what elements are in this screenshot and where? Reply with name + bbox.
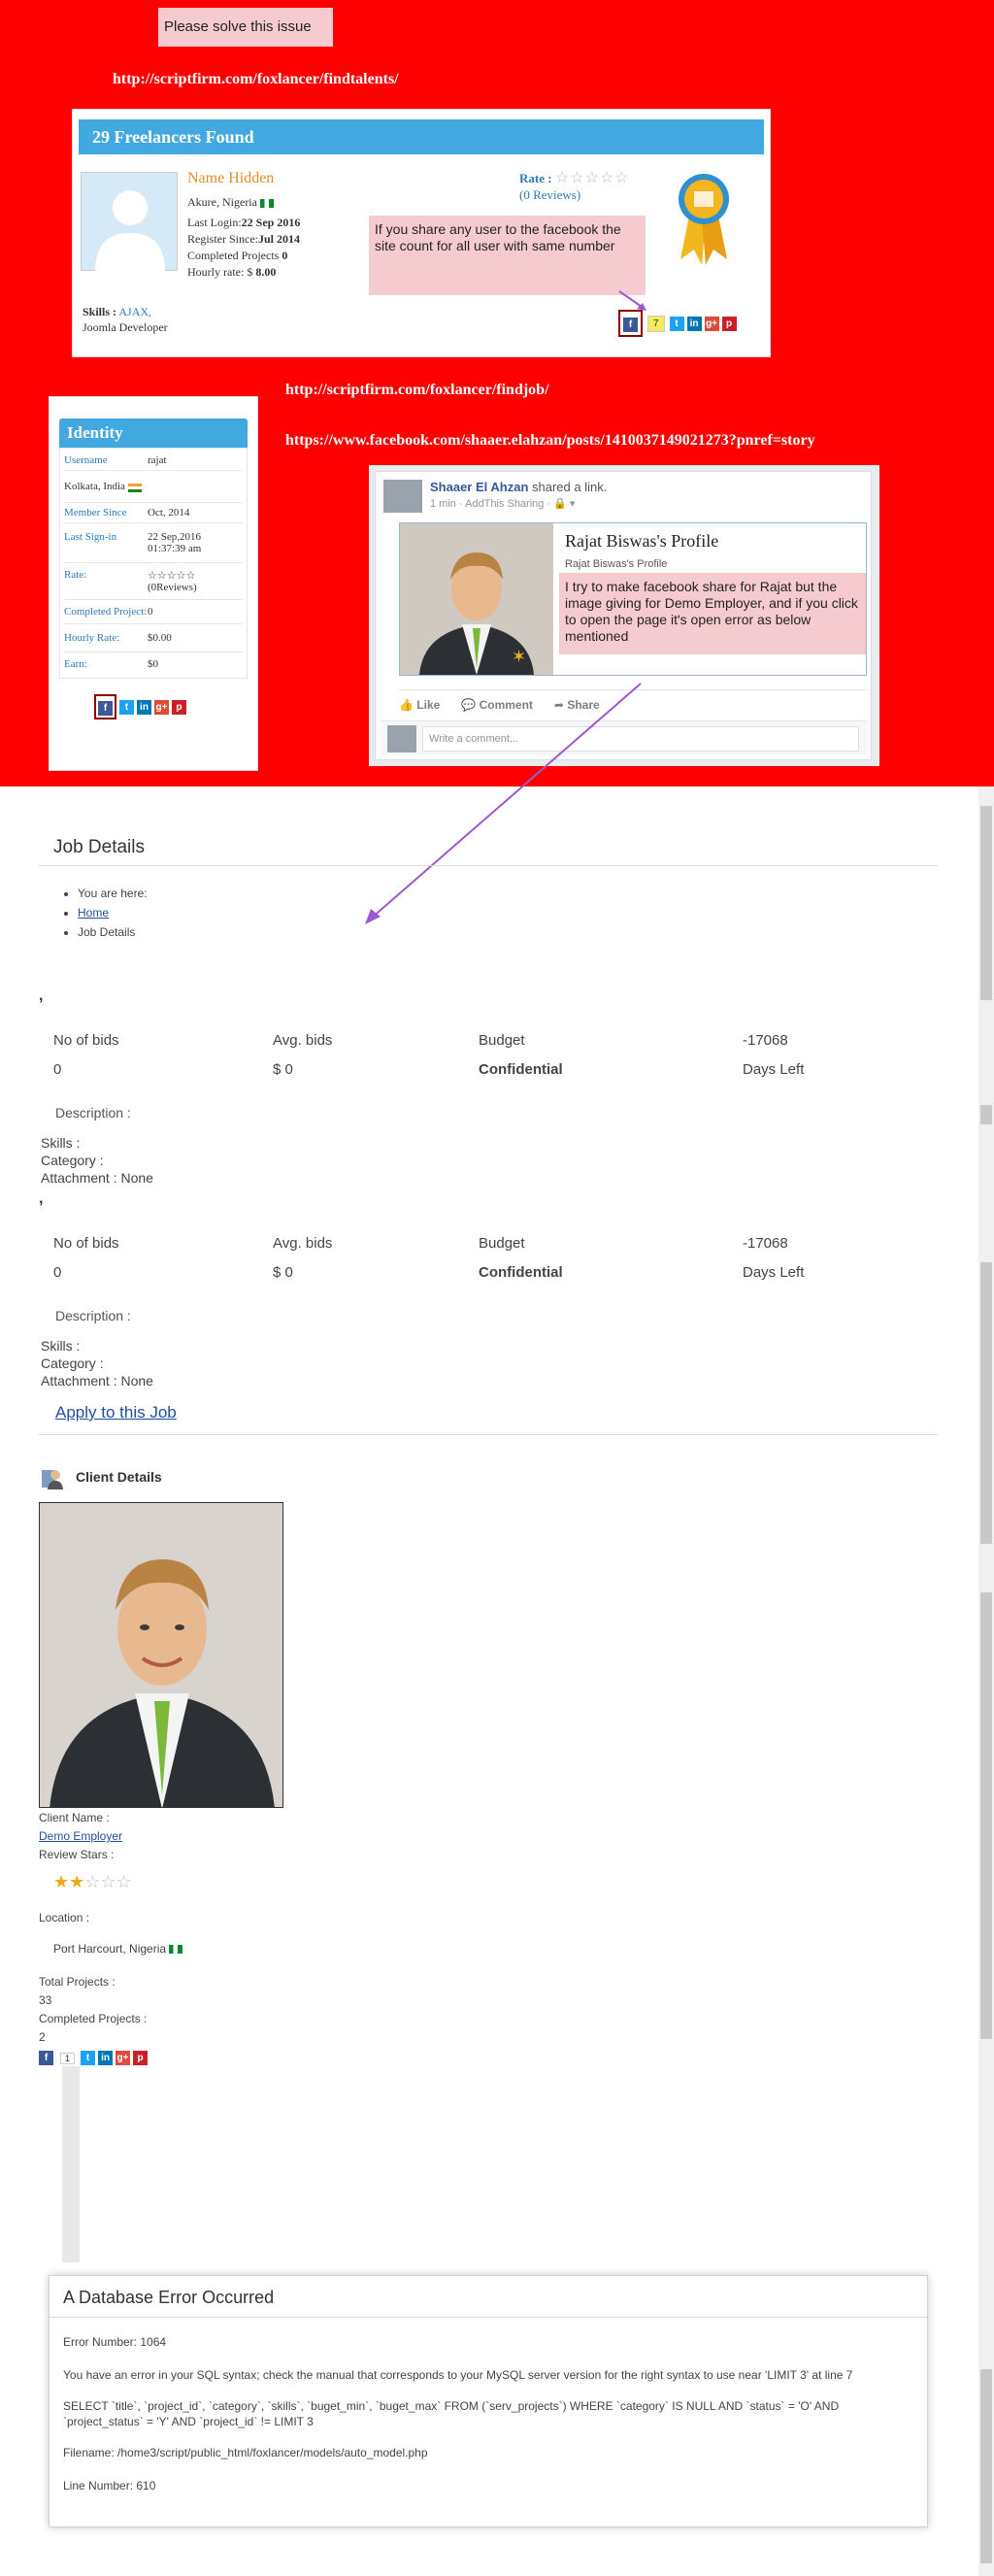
- job-comma: ,: [39, 987, 44, 1004]
- fb-image-note: I try to make facebook share for Rajat b…: [559, 573, 866, 654]
- job-comma: ,: [39, 1190, 44, 1207]
- identity-row: Username rajat: [64, 451, 243, 471]
- twitter-share-icon[interactable]: t: [669, 316, 684, 331]
- award-ribbon-icon: [677, 172, 731, 274]
- job-description: Description :: [55, 1308, 131, 1323]
- identity-row: Hourly Rate: $0.00: [64, 624, 243, 652]
- share-count-badge: 1: [60, 2052, 76, 2064]
- db-error-title: A Database Error Occurred: [63, 2288, 275, 2307]
- client-details-title: Client Details: [76, 1469, 162, 1485]
- nigeria-flag-icon: [169, 1945, 183, 1955]
- identity-share-bar: f t in g+ p: [94, 694, 248, 719]
- scrollbar-thumb[interactable]: [980, 806, 992, 1000]
- client-share-bar: f 1 t in g+ p: [39, 2051, 150, 2065]
- share-count-bubble-tail: [62, 2066, 80, 2262]
- url-facebook-post: https://www.facebook.com/shaaer.elahzan/…: [285, 432, 815, 449]
- linkedin-share-icon[interactable]: in: [137, 699, 151, 715]
- share-count-badge: 7: [647, 315, 665, 332]
- identity-row: Member Since Oct, 2014: [64, 503, 243, 523]
- india-flag-icon: [127, 484, 142, 492]
- breadcrumb: You are here: Home Job Details: [78, 884, 148, 942]
- googleplus-share-icon[interactable]: g+: [704, 316, 719, 331]
- freelancer-location: Akure, Nigeria: [187, 195, 274, 210]
- breadcrumb-label: You are here:: [78, 884, 148, 903]
- facebook-share-icon[interactable]: f: [39, 2051, 53, 2065]
- identity-row: Earn: $0: [64, 658, 158, 670]
- identity-card: Identity Username rajat Kolkata, India Me…: [49, 396, 258, 771]
- client-name-link[interactable]: Demo Employer: [39, 1829, 122, 1843]
- share-count-note: If you share any user to the facebook th…: [369, 216, 646, 295]
- pointer-hand-icon: ✶: [512, 647, 527, 666]
- pinterest-share-icon[interactable]: p: [172, 699, 186, 715]
- linkedin-share-icon[interactable]: in: [98, 2051, 114, 2065]
- link-preview-image: [400, 523, 553, 675]
- job-meta: Skills : Category : Attachment : None: [41, 1338, 153, 1388]
- rate-block: Rate : ☆☆☆☆☆ (0 Reviews): [519, 170, 630, 202]
- solve-note: Please solve this issue: [158, 8, 333, 47]
- breadcrumb-current: Job Details: [78, 922, 148, 942]
- facebook-share-icon[interactable]: f: [98, 701, 113, 716]
- identity-row: Completed Project: 0: [64, 600, 243, 624]
- link-title: Rajat Biswas's Profile: [565, 531, 719, 551]
- job-meta: Skills : Category : Attachment : None: [41, 1135, 153, 1186]
- client-photo: [39, 1502, 283, 1808]
- link-subtitle: Rajat Biswas's Profile: [565, 558, 668, 570]
- client-projects: Total Projects :33 Completed Projects :2: [39, 1975, 148, 2044]
- twitter-share-icon[interactable]: t: [119, 699, 134, 715]
- client-icon: [41, 1466, 64, 1489]
- arrow-annotation-1: [618, 290, 646, 311]
- location-label: Location :: [39, 1911, 90, 1924]
- client-info: Client Name : Demo Employer Review Stars…: [39, 1811, 123, 1861]
- client-review-stars: ★★☆☆☆: [53, 1872, 132, 1891]
- freelancer-avatar: [81, 172, 178, 272]
- identity-header: Identity: [59, 418, 248, 448]
- rating-stars: ☆☆☆☆☆: [554, 170, 630, 186]
- breadcrumb-home[interactable]: Home: [78, 906, 109, 920]
- skills-block: Skills : AJAX, Joomla Developer: [83, 305, 168, 334]
- db-error-box: A Database Error Occurred Error Number: …: [49, 2275, 928, 2527]
- reviews-count: (0 Reviews): [519, 187, 581, 202]
- url-find-job: http://scriptfirm.com/foxlancer/findjob/: [285, 382, 549, 398]
- freelancer-name[interactable]: Name Hidden: [187, 170, 274, 187]
- db-error-body: Error Number: 1064 You have an error in …: [63, 2335, 853, 2492]
- job-description: Description :: [55, 1105, 131, 1121]
- poster-avatar: [383, 480, 422, 513]
- identity-row: Last Sign-in 22 Sep,2016 01:37:39 am: [64, 523, 243, 563]
- identity-details: Username rajat Kolkata, India Member Sinc…: [59, 448, 248, 679]
- linkedin-share-icon[interactable]: in: [686, 316, 702, 331]
- twitter-share-icon[interactable]: t: [81, 2051, 96, 2065]
- pinterest-share-icon[interactable]: p: [133, 2051, 149, 2065]
- post-meta: 1 min · AddThis Sharing · 🔒 ▾: [430, 498, 576, 510]
- client-location: Port Harcourt, Nigeria: [53, 1942, 183, 1956]
- identity-row: Rate: ☆☆☆☆☆ (0Reviews): [64, 563, 243, 600]
- nigeria-flag-icon: [259, 198, 274, 208]
- arrow-annotation-2: [365, 683, 642, 924]
- identity-row: Kolkata, India: [64, 471, 243, 503]
- freelancers-found-header: 29 Freelancers Found: [79, 119, 764, 154]
- freelancer-stats: Last Login:22 Sep 2016 Register Since:Ju…: [187, 216, 301, 279]
- apply-button[interactable]: Apply to this Job: [55, 1403, 177, 1422]
- facebook-share-icon[interactable]: f: [623, 318, 638, 332]
- url-find-talents: http://scriptfirm.com/foxlancer/findtale…: [113, 71, 399, 87]
- post-header: Shaaer El Ahzan shared a link.: [430, 480, 608, 494]
- googleplus-share-icon[interactable]: g+: [116, 2051, 131, 2065]
- googleplus-share-icon[interactable]: g+: [154, 699, 169, 715]
- pinterest-share-icon[interactable]: p: [721, 316, 737, 331]
- page-title: Job Details: [53, 837, 145, 857]
